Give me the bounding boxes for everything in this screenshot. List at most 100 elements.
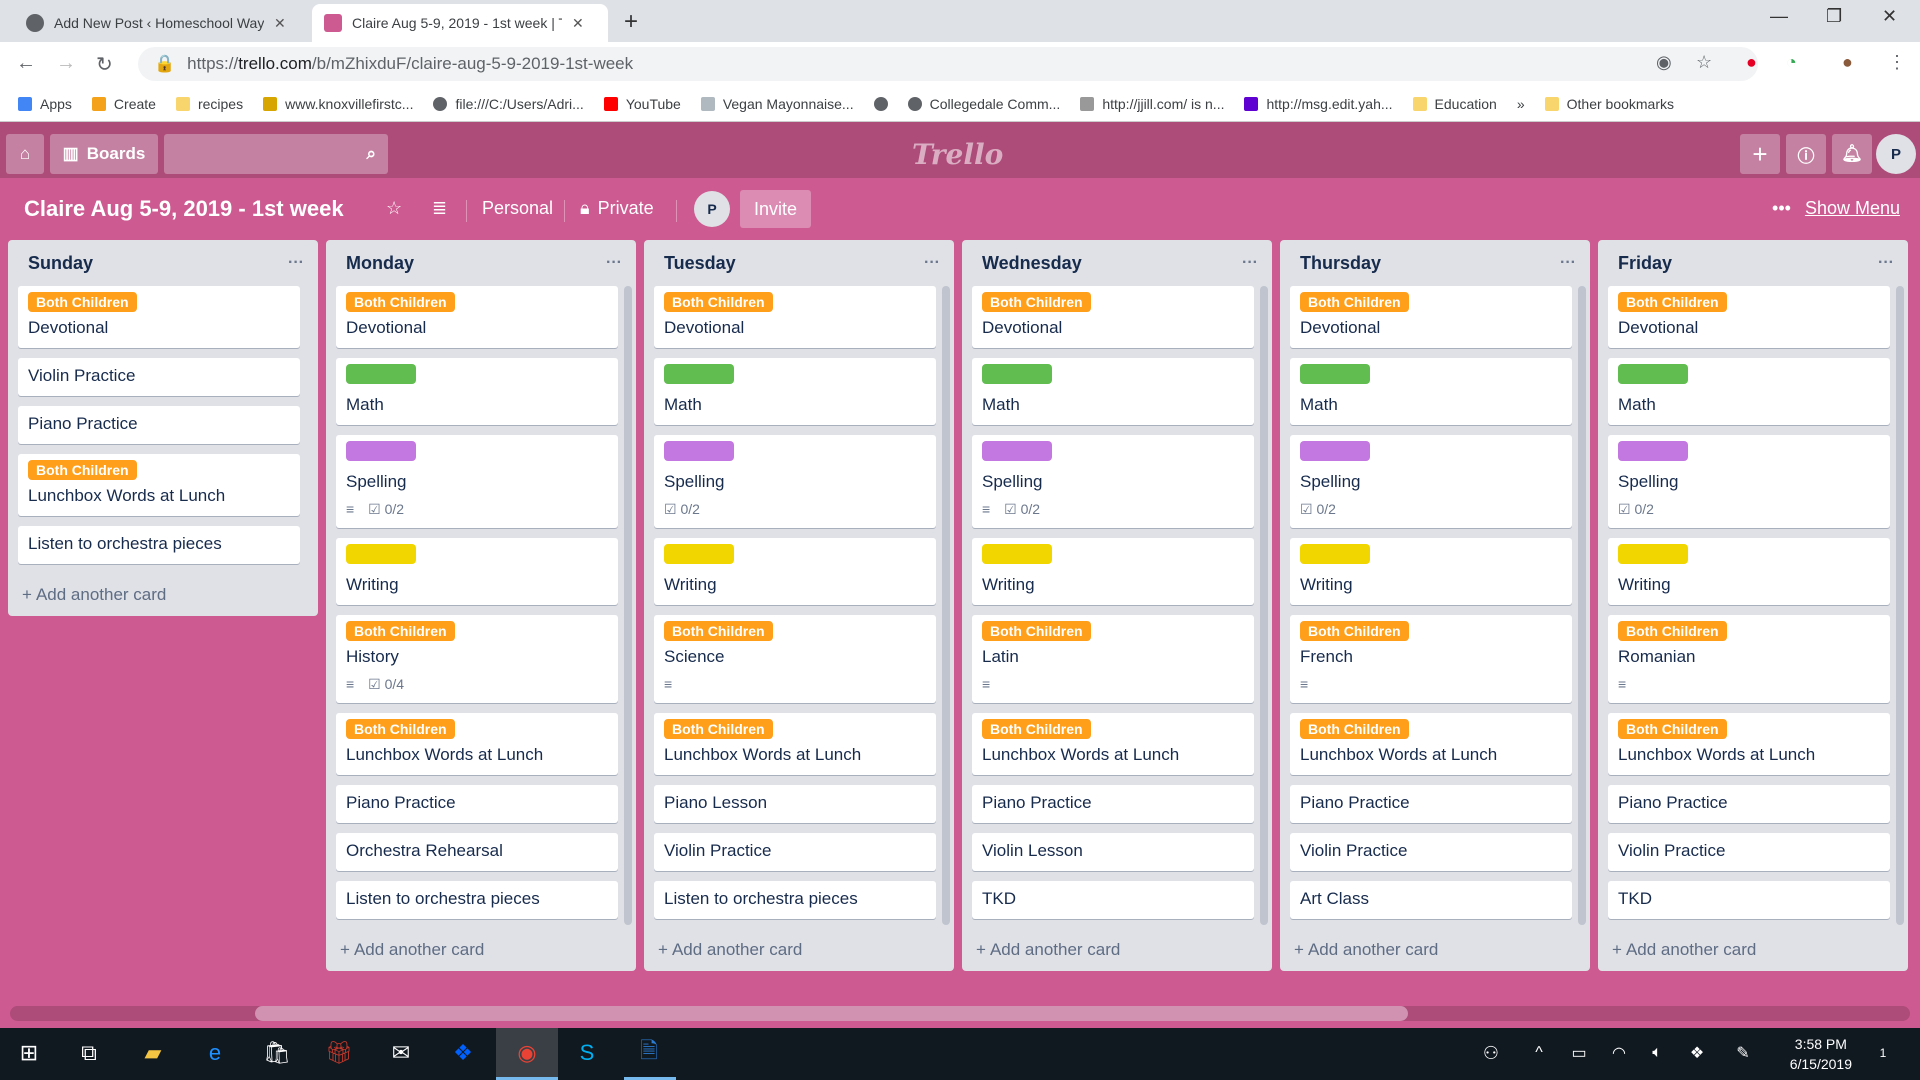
restore-button[interactable]: ❐: [1826, 6, 1842, 27]
extension-icon[interactable]: ◔: [1786, 52, 1797, 73]
pen-icon[interactable]: ✎: [1728, 1038, 1758, 1068]
card[interactable]: Violin Practice: [654, 833, 936, 871]
color-label[interactable]: [1618, 441, 1688, 461]
invite-button[interactable]: Invite: [740, 190, 812, 228]
user-avatar[interactable]: P: [1876, 134, 1916, 174]
card[interactable]: Both Children Latin ≡: [972, 615, 1254, 703]
windows-start-icon[interactable]: ⊞: [14, 1038, 44, 1068]
bookmark-item[interactable]: recipes: [175, 96, 243, 112]
card[interactable]: Both Children Romanian ≡: [1608, 615, 1890, 703]
list-scrollbar[interactable]: [1578, 286, 1586, 925]
board-description-button[interactable]: ≣: [432, 198, 447, 219]
task-view-icon[interactable]: ⧉: [74, 1038, 104, 1068]
card[interactable]: Both Children Lunchbox Words at Lunch: [1290, 713, 1572, 775]
card[interactable]: Piano Practice: [972, 785, 1254, 823]
close-tab-icon[interactable]: ✕: [572, 15, 584, 32]
list-scrollbar[interactable]: [942, 286, 950, 925]
list-scrollbar[interactable]: [1896, 286, 1904, 925]
card[interactable]: Writing: [654, 538, 936, 605]
card[interactable]: Both Children Devotional: [336, 286, 618, 348]
list-title[interactable]: Friday: [1618, 253, 1672, 274]
file-explorer-icon[interactable]: ▰: [138, 1038, 168, 1068]
team-button[interactable]: Personal: [482, 198, 553, 219]
label-both-children[interactable]: Both Children: [664, 292, 773, 312]
profile-avatar[interactable]: ●: [1842, 52, 1853, 73]
card[interactable]: Violin Practice: [18, 358, 300, 396]
show-hidden-icons[interactable]: ^: [1524, 1038, 1554, 1068]
boards-button[interactable]: ▥ Boards: [50, 134, 158, 174]
chrome-menu-icon[interactable]: ⋮: [1888, 52, 1906, 73]
list-title[interactable]: Sunday: [28, 253, 93, 274]
card[interactable]: TKD: [1608, 881, 1890, 919]
notifications-button[interactable]: 🔔︎: [1832, 134, 1872, 174]
pinterest-icon[interactable]: ●: [1746, 52, 1757, 73]
trello-logo[interactable]: Trello: [912, 138, 1003, 171]
chrome-taskbar-button[interactable]: ◉: [496, 1028, 558, 1080]
color-label[interactable]: [982, 544, 1052, 564]
label-both-children[interactable]: Both Children: [346, 292, 455, 312]
card[interactable]: Both Children Devotional: [18, 286, 300, 348]
list-title[interactable]: Wednesday: [982, 253, 1082, 274]
home-button[interactable]: ⌂: [6, 134, 44, 174]
card[interactable]: Both Children Lunchbox Words at Lunch: [336, 713, 618, 775]
label-both-children[interactable]: Both Children: [982, 621, 1091, 641]
card[interactable]: Math: [1290, 358, 1572, 425]
bookmark-item[interactable]: www.knoxvillefirstc...: [263, 96, 413, 112]
card[interactable]: Writing: [1290, 538, 1572, 605]
board-horizontal-scrollbar[interactable]: [10, 1006, 1910, 1021]
add-card-button[interactable]: + Add another card: [1280, 929, 1590, 971]
wifi-icon[interactable]: ◠: [1604, 1038, 1634, 1068]
bookmark-item[interactable]: http://jjill.com/ is n...: [1080, 96, 1224, 112]
list-menu-icon[interactable]: ···: [288, 254, 304, 272]
card[interactable]: Orchestra Rehearsal: [336, 833, 618, 871]
label-both-children[interactable]: Both Children: [1618, 292, 1727, 312]
color-label[interactable]: [346, 441, 416, 461]
card[interactable]: Both Children French ≡: [1290, 615, 1572, 703]
bookmark-item[interactable]: Apps: [18, 96, 72, 112]
close-tab-icon[interactable]: ✕: [274, 15, 286, 32]
color-label[interactable]: [664, 544, 734, 564]
card[interactable]: Violin Practice: [1608, 833, 1890, 871]
color-label[interactable]: [1300, 544, 1370, 564]
bookmark-item[interactable]: file:///C:/Users/Adri...: [433, 96, 584, 112]
forward-button[interactable]: →: [56, 52, 76, 75]
card[interactable]: Math: [336, 358, 618, 425]
bookmark-item[interactable]: http://msg.edit.yah...: [1244, 96, 1393, 112]
people-icon[interactable]: ⚇: [1476, 1038, 1506, 1068]
card[interactable]: Violin Lesson: [972, 833, 1254, 871]
store-icon[interactable]: 🛍︎: [262, 1038, 292, 1068]
label-both-children[interactable]: Both Children: [28, 292, 137, 312]
url-input[interactable]: 🔒 https://trello.com/b/mZhixduF/claire-a…: [138, 47, 1758, 81]
back-button[interactable]: ←: [16, 52, 36, 75]
card[interactable]: Piano Practice: [18, 406, 300, 444]
scrollbar-thumb[interactable]: [255, 1006, 1408, 1021]
list-menu-icon[interactable]: ···: [1560, 254, 1576, 272]
card[interactable]: Piano Practice: [1290, 785, 1572, 823]
search-input[interactable]: ⌕: [164, 134, 388, 174]
card[interactable]: TKD: [972, 881, 1254, 919]
minimize-button[interactable]: —: [1770, 6, 1788, 27]
dropbox-tray-icon[interactable]: ❖: [1682, 1038, 1712, 1068]
skype-icon[interactable]: S: [572, 1038, 602, 1068]
add-card-button[interactable]: + Add another card: [8, 574, 318, 616]
card[interactable]: Math: [972, 358, 1254, 425]
tab-trello-board[interactable]: Claire Aug 5-9, 2019 - 1st week | Trello…: [312, 4, 608, 42]
color-label[interactable]: [346, 544, 416, 564]
card[interactable]: Writing: [972, 538, 1254, 605]
dropbox-icon[interactable]: ❖: [448, 1038, 478, 1068]
bookmark-item[interactable]: [873, 96, 888, 111]
action-center-icon[interactable]: 1: [1868, 1038, 1898, 1068]
label-both-children[interactable]: Both Children: [982, 719, 1091, 739]
card[interactable]: Violin Practice: [1290, 833, 1572, 871]
list-title[interactable]: Thursday: [1300, 253, 1381, 274]
label-both-children[interactable]: Both Children: [1300, 719, 1409, 739]
color-label[interactable]: [982, 364, 1052, 384]
more-bookmarks-button[interactable]: »: [1517, 96, 1525, 112]
card[interactable]: Both Children Lunchbox Words at Lunch: [654, 713, 936, 775]
color-label[interactable]: [346, 364, 416, 384]
card[interactable]: Piano Practice: [1608, 785, 1890, 823]
card[interactable]: Art Class: [1290, 881, 1572, 919]
list-menu-icon[interactable]: ···: [924, 254, 940, 272]
bookmark-item[interactable]: YouTube: [603, 96, 681, 112]
label-both-children[interactable]: Both Children: [1300, 292, 1409, 312]
